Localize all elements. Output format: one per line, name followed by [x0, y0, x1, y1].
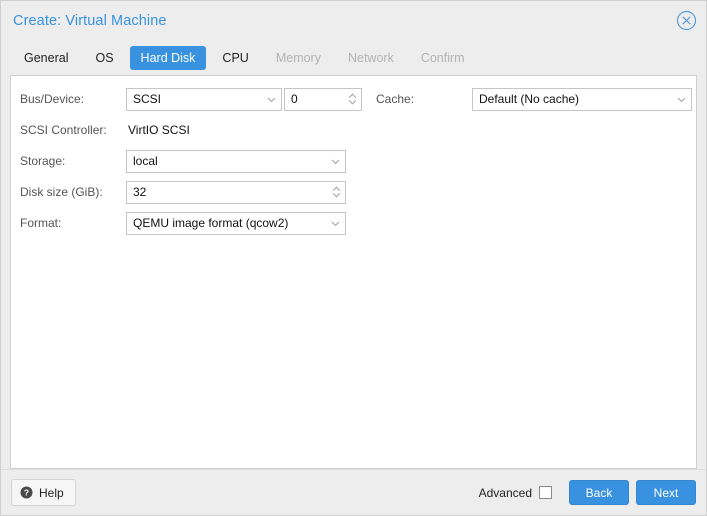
form-column-left: Bus/Device: SCSI: [11, 87, 362, 242]
disk-size-value: 32: [127, 185, 327, 199]
stepper-arrows-icon[interactable]: [327, 182, 345, 203]
help-button[interactable]: ? Help: [11, 479, 76, 506]
form-column-right: Cache: Default (No cache): [362, 87, 696, 242]
device-number-value: 0: [285, 92, 343, 106]
bus-device-label: Bus/Device:: [20, 92, 126, 106]
tab-hard-disk[interactable]: Hard Disk: [130, 46, 207, 70]
disk-size-label: Disk size (GiB):: [20, 185, 126, 199]
row-disk-size: Disk size (GiB): 32: [20, 180, 362, 204]
hard-disk-panel: Bus/Device: SCSI: [10, 75, 697, 469]
stepper-arrows-icon[interactable]: [343, 89, 361, 110]
tab-cpu[interactable]: CPU: [211, 46, 259, 70]
storage-value: local: [127, 154, 325, 168]
row-cache: Cache: Default (No cache): [362, 87, 696, 111]
help-button-label: Help: [39, 486, 64, 500]
format-value: QEMU image format (qcow2): [127, 216, 325, 230]
next-button[interactable]: Next: [636, 480, 696, 505]
row-format: Format: QEMU image format (qcow2): [20, 211, 362, 235]
dialog-titlebar: Create: Virtual Machine: [1, 1, 706, 41]
storage-select[interactable]: local: [126, 150, 346, 173]
dialog-content-wrap: Bus/Device: SCSI: [1, 75, 706, 469]
hard-disk-form: Bus/Device: SCSI: [11, 76, 696, 242]
row-storage: Storage: local: [20, 149, 362, 173]
cache-select[interactable]: Default (No cache): [472, 88, 692, 111]
disk-size-stepper[interactable]: 32: [126, 181, 346, 204]
svg-text:?: ?: [24, 488, 29, 498]
advanced-checkbox[interactable]: [539, 486, 552, 499]
chevron-down-icon[interactable]: [671, 89, 691, 110]
scsi-controller-value: VirtIO SCSI: [126, 123, 190, 137]
row-bus-device: Bus/Device: SCSI: [20, 87, 362, 111]
dialog-title: Create: Virtual Machine: [13, 13, 167, 29]
format-label: Format:: [20, 216, 126, 230]
back-button[interactable]: Back: [569, 480, 629, 505]
chevron-down-icon[interactable]: [261, 89, 281, 110]
device-number-stepper[interactable]: 0: [284, 88, 362, 111]
create-vm-dialog: Create: Virtual Machine General OS Hard …: [0, 0, 707, 516]
wizard-tabbar: General OS Hard Disk CPU Memory Network …: [1, 41, 706, 75]
chevron-down-icon[interactable]: [325, 213, 345, 234]
tab-memory: Memory: [265, 46, 332, 70]
scsi-controller-label: SCSI Controller:: [20, 123, 126, 137]
format-select[interactable]: QEMU image format (qcow2): [126, 212, 346, 235]
chevron-down-icon[interactable]: [325, 151, 345, 172]
row-scsi-controller: SCSI Controller: VirtIO SCSI: [20, 118, 362, 142]
tab-network: Network: [337, 46, 405, 70]
advanced-label: Advanced: [479, 486, 532, 500]
question-circle-icon: ?: [20, 486, 33, 499]
cache-value: Default (No cache): [473, 92, 671, 106]
bus-device-select[interactable]: SCSI: [126, 88, 282, 111]
dialog-footer: ? Help Advanced Back Next: [1, 469, 706, 515]
bus-device-value: SCSI: [127, 92, 261, 106]
tab-confirm: Confirm: [410, 46, 476, 70]
storage-label: Storage:: [20, 154, 126, 168]
tab-general[interactable]: General: [13, 46, 79, 70]
cache-label: Cache:: [362, 92, 472, 106]
tab-os[interactable]: OS: [84, 46, 124, 70]
close-icon[interactable]: [676, 10, 697, 31]
